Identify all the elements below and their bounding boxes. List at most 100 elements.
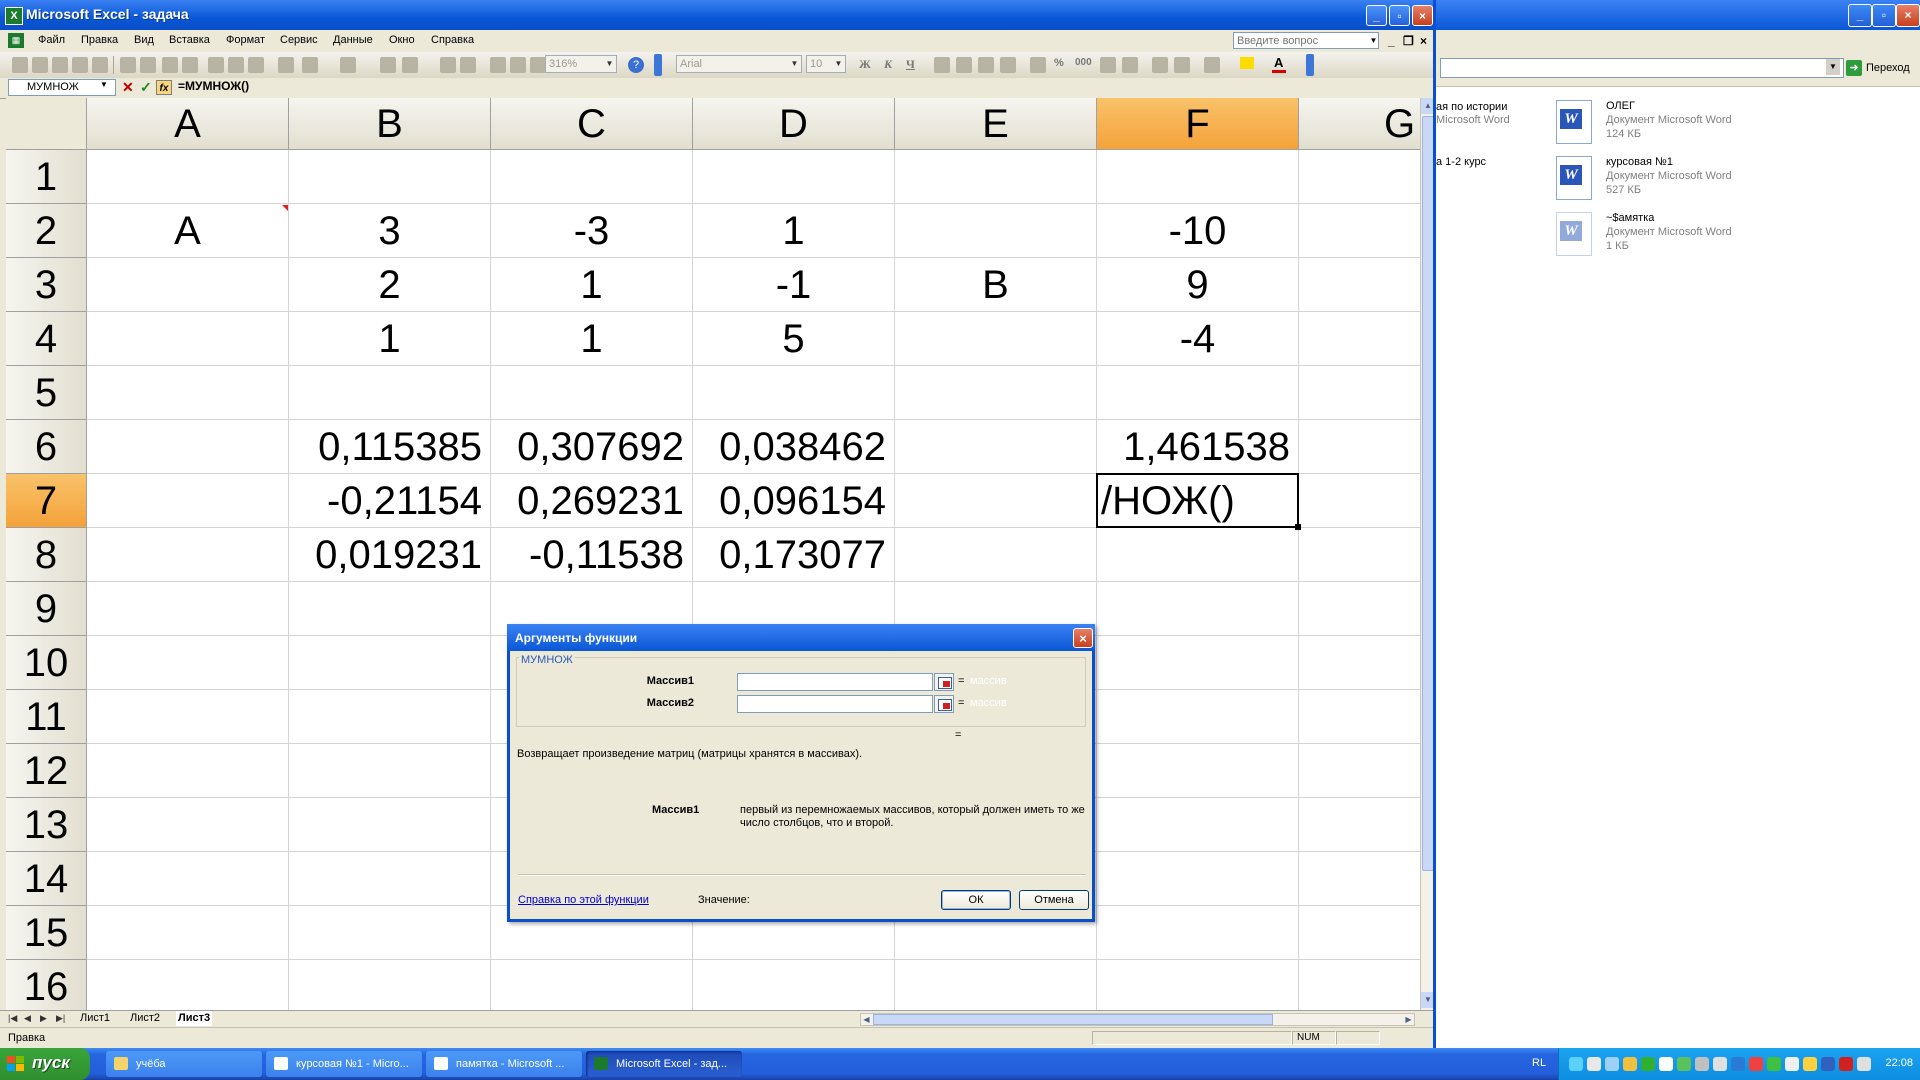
tray-icon[interactable]: [1569, 1057, 1583, 1071]
file-item[interactable]: W курсовая №1 Документ Microsoft Word 52…: [1556, 156, 1856, 206]
menu-tools[interactable]: Сервис: [280, 34, 318, 46]
tray-icon[interactable]: [1767, 1057, 1781, 1071]
tray-icon[interactable]: [1695, 1057, 1709, 1071]
doc-minimize-button[interactable]: _: [1388, 34, 1395, 48]
scroll-right-icon[interactable]: ▶: [1403, 1014, 1414, 1025]
horizontal-scrollbar[interactable]: ◀ ▶: [860, 1013, 1415, 1026]
cell-d3[interactable]: -1: [693, 258, 894, 312]
drawing2-icon[interactable]: [530, 57, 546, 73]
cell-c7[interactable]: 0,269231: [491, 474, 692, 528]
taskbar-item-course-doc[interactable]: курсовая №1 - Micro...: [266, 1051, 422, 1077]
toolbar-options-icon[interactable]: [654, 54, 662, 76]
explorer-left-item[interactable]: а 1-2 курс: [1436, 156, 1486, 168]
cell-d7[interactable]: 0,096154: [693, 474, 894, 528]
cell-c4[interactable]: 1: [491, 312, 692, 366]
help-icon[interactable]: ?: [628, 57, 644, 73]
antivirus-icon[interactable]: [1839, 1057, 1853, 1071]
help-dropdown-icon[interactable]: ▼: [1368, 33, 1379, 48]
cell-f6[interactable]: 1,461538: [1097, 420, 1298, 474]
spelling-icon[interactable]: [162, 57, 178, 73]
doc-close-button[interactable]: ×: [1420, 34, 1427, 48]
taskbar-item-excel[interactable]: Microsoft Excel - зад...: [586, 1051, 742, 1077]
comma-style-button[interactable]: 000: [1075, 57, 1092, 68]
autosum-icon[interactable]: [402, 57, 418, 73]
row-header-16[interactable]: 16: [6, 960, 87, 1010]
horizontal-scroll-thumb[interactable]: [873, 1014, 1273, 1025]
row-header-9[interactable]: 9: [6, 582, 87, 636]
menu-view[interactable]: Вид: [134, 34, 154, 46]
cut-icon[interactable]: [208, 57, 224, 73]
column-header-f[interactable]: F: [1097, 98, 1299, 150]
align-center-icon[interactable]: [956, 57, 972, 73]
language-indicator[interactable]: RL: [1532, 1057, 1546, 1069]
column-header-a[interactable]: A: [87, 98, 289, 150]
research-icon[interactable]: [182, 57, 198, 73]
bold-button[interactable]: Ж: [859, 57, 871, 72]
column-header-e[interactable]: E: [895, 98, 1097, 150]
row-header-12[interactable]: 12: [6, 744, 87, 798]
first-sheet-icon[interactable]: |◀: [8, 1013, 17, 1024]
font-color-icon[interactable]: A: [1274, 55, 1283, 70]
new-icon[interactable]: [12, 57, 28, 73]
paste-icon[interactable]: [248, 57, 264, 73]
formula-input[interactable]: =МУМНОЖ(): [178, 79, 249, 93]
decrease-decimal-icon[interactable]: [1122, 57, 1138, 73]
toolbar-options-icon[interactable]: [1306, 54, 1314, 76]
sheet-tab-1[interactable]: Лист1: [80, 1011, 110, 1026]
address-dropdown-icon[interactable]: ▼: [1826, 59, 1840, 75]
menu-file[interactable]: Файл: [38, 34, 65, 46]
decrease-indent-icon[interactable]: [1152, 57, 1168, 73]
vertical-scrollbar[interactable]: ▲ ▼: [1420, 98, 1433, 1010]
explorer-close-button[interactable]: ×: [1896, 4, 1920, 27]
tray-icon[interactable]: [1821, 1057, 1835, 1071]
scroll-up-icon[interactable]: ▲: [1421, 98, 1433, 114]
menu-format[interactable]: Формат: [226, 34, 265, 46]
row-header-1[interactable]: 1: [6, 150, 87, 204]
row-header-5[interactable]: 5: [6, 366, 87, 420]
array1-collapse-button[interactable]: [934, 673, 954, 691]
zoom-select[interactable]: 316% ▼: [545, 55, 617, 73]
prev-sheet-icon[interactable]: ◀: [24, 1013, 31, 1024]
cell-f4[interactable]: -4: [1097, 312, 1298, 366]
tray-icon[interactable]: [1677, 1057, 1691, 1071]
tray-icon[interactable]: [1857, 1057, 1871, 1071]
cell-d4[interactable]: 5: [693, 312, 894, 366]
cell-b8[interactable]: 0,019231: [289, 528, 490, 582]
align-right-icon[interactable]: [978, 57, 994, 73]
explorer-maximize-button[interactable]: ▫: [1872, 4, 1896, 27]
tray-icon[interactable]: [1749, 1057, 1763, 1071]
row-header-3[interactable]: 3: [6, 258, 87, 312]
undo-icon[interactable]: [302, 57, 318, 73]
chart-wizard-icon[interactable]: [490, 57, 506, 73]
vertical-scroll-thumb[interactable]: [1422, 116, 1433, 871]
cell-c8[interactable]: -0,11538: [491, 528, 692, 582]
increase-decimal-icon[interactable]: [1100, 57, 1116, 73]
cell-f7[interactable]: /НОЖ(): [1097, 474, 1298, 528]
cell-b4[interactable]: 1: [289, 312, 490, 366]
minimize-button[interactable]: _: [1366, 5, 1387, 26]
print-icon[interactable]: [120, 57, 136, 73]
close-button[interactable]: ×: [1412, 5, 1433, 26]
cell-e3[interactable]: B: [895, 258, 1096, 312]
array2-collapse-button[interactable]: [934, 695, 954, 713]
function-help-link[interactable]: Справка по этой функции: [518, 894, 649, 906]
explorer-left-item[interactable]: ая по истории: [1436, 101, 1507, 113]
go-button[interactable]: ➜ Переход: [1846, 58, 1910, 78]
tray-icon[interactable]: [1659, 1057, 1673, 1071]
font-name-select[interactable]: Arial ▼: [676, 55, 802, 73]
cell-c6[interactable]: 0,307692: [491, 420, 692, 474]
tray-icon[interactable]: [1605, 1057, 1619, 1071]
next-sheet-icon[interactable]: ▶: [40, 1013, 47, 1024]
name-box-dropdown-icon[interactable]: ▼: [100, 80, 108, 89]
sort-descending-icon[interactable]: [460, 57, 476, 73]
cancel-entry-icon[interactable]: ✕: [122, 79, 134, 96]
cell-b6[interactable]: 0,115385: [289, 420, 490, 474]
scroll-left-icon[interactable]: ◀: [861, 1014, 872, 1025]
column-header-d[interactable]: D: [693, 98, 895, 150]
confirm-entry-icon[interactable]: ✓: [140, 79, 152, 96]
copy-icon[interactable]: [228, 57, 244, 73]
borders-icon[interactable]: [1204, 57, 1220, 73]
cell-c3[interactable]: 1: [491, 258, 692, 312]
tray-icon[interactable]: [1803, 1057, 1817, 1071]
row-header-7[interactable]: 7: [6, 474, 87, 528]
